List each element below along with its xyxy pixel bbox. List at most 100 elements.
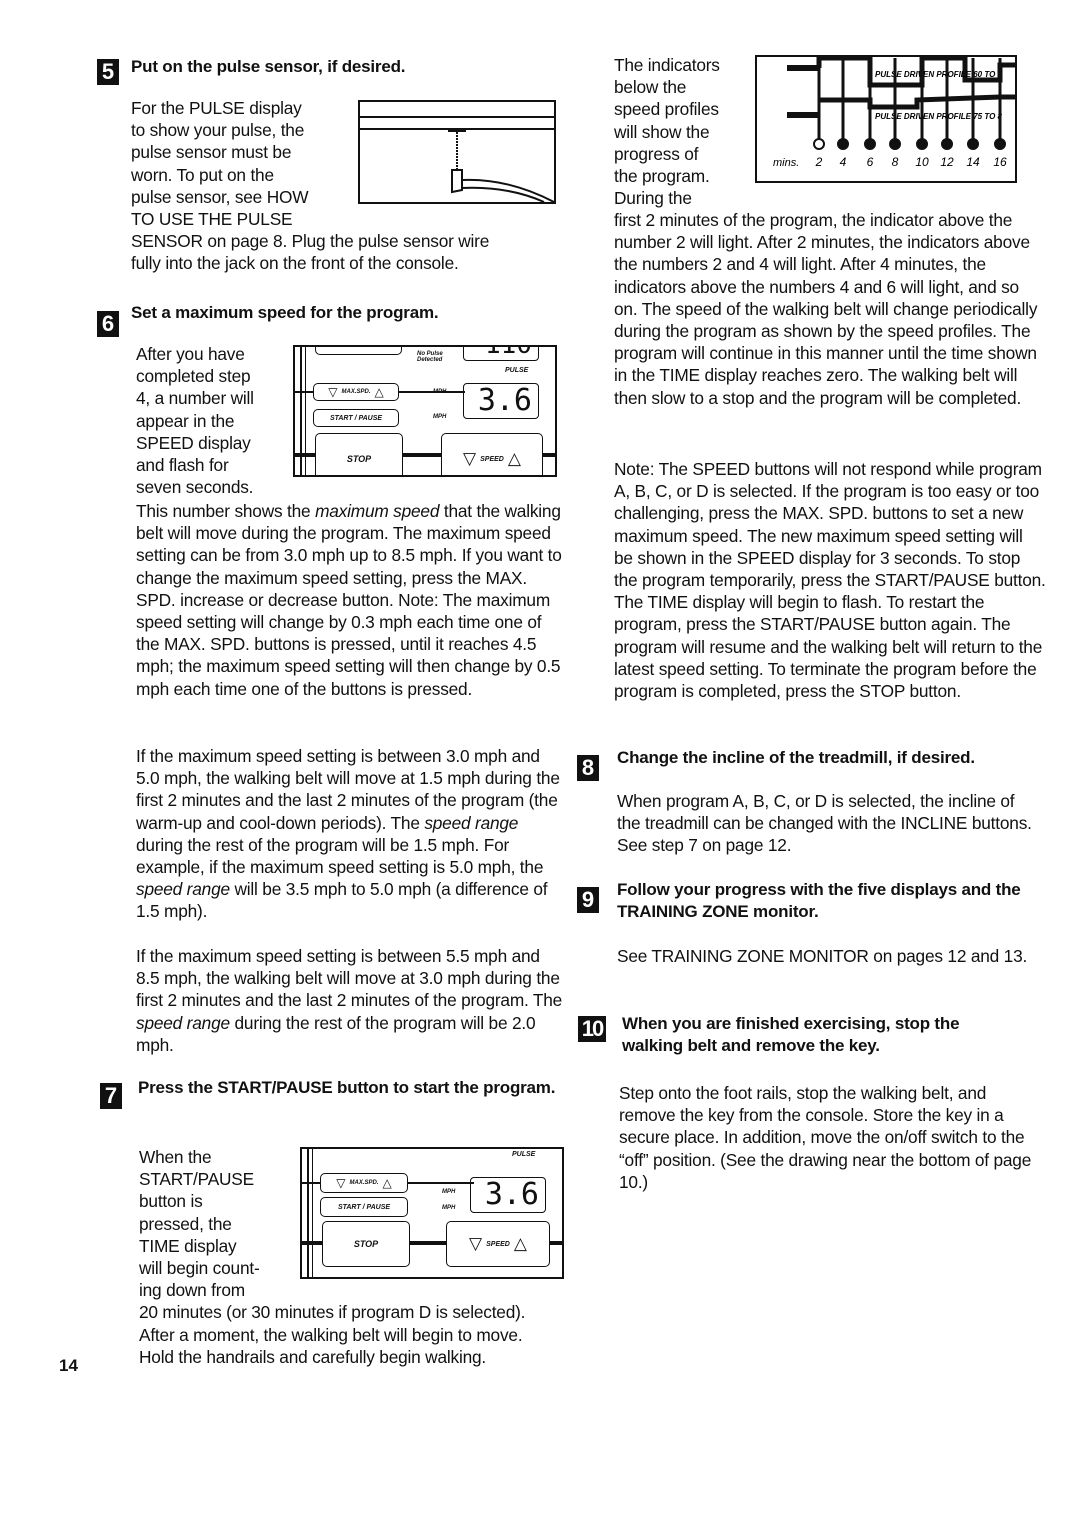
text-line: The indicators xyxy=(614,55,720,75)
max-speed-button: ▽ MAX.SPD. △ xyxy=(313,383,399,401)
step-7-heading: Press the START/PAUSE button to start th… xyxy=(138,1078,556,1097)
triangle-down-icon: ▽ xyxy=(463,449,477,468)
text-line: pulse sensor, see HOW xyxy=(131,186,309,207)
text-line: 20 minutes (or 30 minutes if program D i… xyxy=(139,1302,526,1323)
step-10-body: Step onto the foot rails, stop the walki… xyxy=(619,1083,1032,1192)
step-6-paragraph-1: This number shows the maximum speed that… xyxy=(136,500,564,700)
text-line: During the xyxy=(614,188,692,209)
triangle-up-icon: △ xyxy=(513,1234,527,1253)
step-badge-7: 7 xyxy=(100,1083,122,1109)
pulse-display: 110 xyxy=(463,347,539,361)
step-badge-8: 8 xyxy=(577,755,599,781)
step-9-body: See TRAINING ZONE MONITOR on pages 12 an… xyxy=(617,946,1028,966)
minute-label: 10 xyxy=(915,155,929,169)
text-line: completed step xyxy=(136,366,251,387)
pulse-label: PULSE xyxy=(505,367,529,374)
speed-note: Note: The SPEED buttons will not respond… xyxy=(614,459,1046,702)
text-line: pressed, the xyxy=(139,1213,232,1234)
emphasis: maximum speed xyxy=(315,501,440,521)
step-6-paragraph-2: If the maximum speed setting is between … xyxy=(136,745,564,923)
text-line: appear in the xyxy=(136,410,235,431)
text-line: After you have xyxy=(136,344,245,364)
triangle-up-icon: △ xyxy=(382,1176,392,1190)
mph-indicator: MPH xyxy=(433,389,447,395)
stop-button: STOP xyxy=(315,433,403,475)
progress-indicator-light xyxy=(864,138,876,150)
start-pause-button: START / PAUSE xyxy=(313,409,399,427)
text-line: SPEED display xyxy=(136,432,251,453)
start-pause-label: START / PAUSE xyxy=(329,414,383,422)
step-8-body: When program A, B, C, or D is selected, … xyxy=(617,791,1032,856)
step-badge-5: 5 xyxy=(97,59,119,85)
minute-label: 2 xyxy=(815,155,823,169)
text-line: fully into the jack on the front of the … xyxy=(131,253,459,274)
text-line: below the xyxy=(614,77,687,98)
text-line: TIME display xyxy=(139,1235,237,1256)
text: during the rest of the program will be 1… xyxy=(136,834,544,878)
text-line: For the PULSE display xyxy=(131,98,302,118)
mph-indicator-2: MPH xyxy=(442,1205,456,1211)
speed-button: ▽ SPEED △ xyxy=(446,1221,550,1267)
console-illustration-step-6: No Pulse Detected 110 PULSE ▽ MAX.SPD. △… xyxy=(293,345,557,477)
text-line: will begin count- xyxy=(139,1258,260,1279)
speed-display: 3.6 xyxy=(470,1177,546,1213)
text-line: to show your pulse, the xyxy=(131,120,305,141)
text: If the maximum speed setting is between … xyxy=(136,946,563,1011)
triangle-up-icon: △ xyxy=(507,449,521,468)
max-speed-label: MAX.SPD. xyxy=(349,1180,379,1186)
text-line: When the xyxy=(139,1147,212,1167)
step-10-heading: When you are finished exercising, stop t… xyxy=(622,1014,960,1055)
text-line: pulse sensor must be xyxy=(131,142,292,163)
step-5-body-wrap: For the PULSE display to show your pulse… xyxy=(131,97,489,275)
text-line: After a moment, the walking belt will be… xyxy=(139,1324,523,1345)
text-line: worn. To put on the xyxy=(131,164,274,185)
speed-label: SPEED xyxy=(486,1240,510,1248)
step-6-body-wrap: After you have completed step 4, a numbe… xyxy=(136,343,286,498)
step-badge-6: 6 xyxy=(97,311,119,337)
text: that the walking belt will move during t… xyxy=(136,501,562,699)
progress-indicator-light xyxy=(813,138,825,150)
text-line: speed profiles xyxy=(614,99,719,120)
text-line: the program. xyxy=(614,166,710,187)
page-number: 14 xyxy=(59,1356,78,1375)
progress-indicator-light xyxy=(967,138,979,150)
stop-label: STOP xyxy=(353,1239,379,1249)
progress-indicator-light xyxy=(916,138,928,150)
max-speed-button: ▽ MAX.SPD. △ xyxy=(320,1173,408,1193)
pulse-label: PULSE xyxy=(512,1151,536,1158)
profile-intro-rest: first 2 minutes of the program, the indi… xyxy=(614,210,1038,408)
text-line: TO USE THE PULSE xyxy=(131,209,293,230)
triangle-down-icon: ▽ xyxy=(328,385,338,399)
progress-indicator-light xyxy=(889,138,901,150)
start-pause-label: START / PAUSE xyxy=(337,1203,391,1211)
no-pulse-label: No Pulse Detected xyxy=(417,351,443,363)
mins-label: mins. xyxy=(773,157,799,169)
progress-indicator-light xyxy=(994,138,1006,150)
minute-label: 12 xyxy=(940,155,954,169)
start-pause-button: START / PAUSE xyxy=(320,1197,408,1217)
text: This number shows the xyxy=(136,501,316,521)
step-badge-10: 10 xyxy=(578,1016,606,1042)
max-speed-label: MAX.SPD. xyxy=(341,389,371,395)
minute-label: 14 xyxy=(966,155,980,169)
triangle-down-icon: ▽ xyxy=(469,1234,483,1253)
triangle-up-icon: △ xyxy=(374,385,384,399)
text-line: 4, a number will xyxy=(136,388,254,409)
speed-label: SPEED xyxy=(480,455,504,463)
speed-button: ▽ SPEED △ xyxy=(441,433,543,475)
text-line: will show the xyxy=(614,121,710,142)
step-7-body-wrap: When the START/PAUSE button is pressed, … xyxy=(139,1146,526,1368)
profile-intro-wrap: The indicators below the speed profiles … xyxy=(614,54,754,209)
console-illustration-step-7: PULSE ▽ MAX.SPD. △ MPH 3.6 START / PAUSE… xyxy=(300,1147,564,1279)
minute-label: 8 xyxy=(892,155,899,169)
step-6-paragraph-3: If the maximum speed setting is between … xyxy=(136,945,566,1056)
pulse-sensor-illustration xyxy=(358,100,556,204)
text-line: seven seconds. xyxy=(136,477,254,498)
text-line: button is xyxy=(139,1191,203,1212)
triangle-down-icon: ▽ xyxy=(336,1176,346,1190)
minute-label: 6 xyxy=(867,155,874,169)
minute-label: 16 xyxy=(993,155,1007,169)
minute-label: 4 xyxy=(840,155,847,169)
stop-label: STOP xyxy=(346,454,372,464)
emphasis: speed range xyxy=(424,812,519,833)
